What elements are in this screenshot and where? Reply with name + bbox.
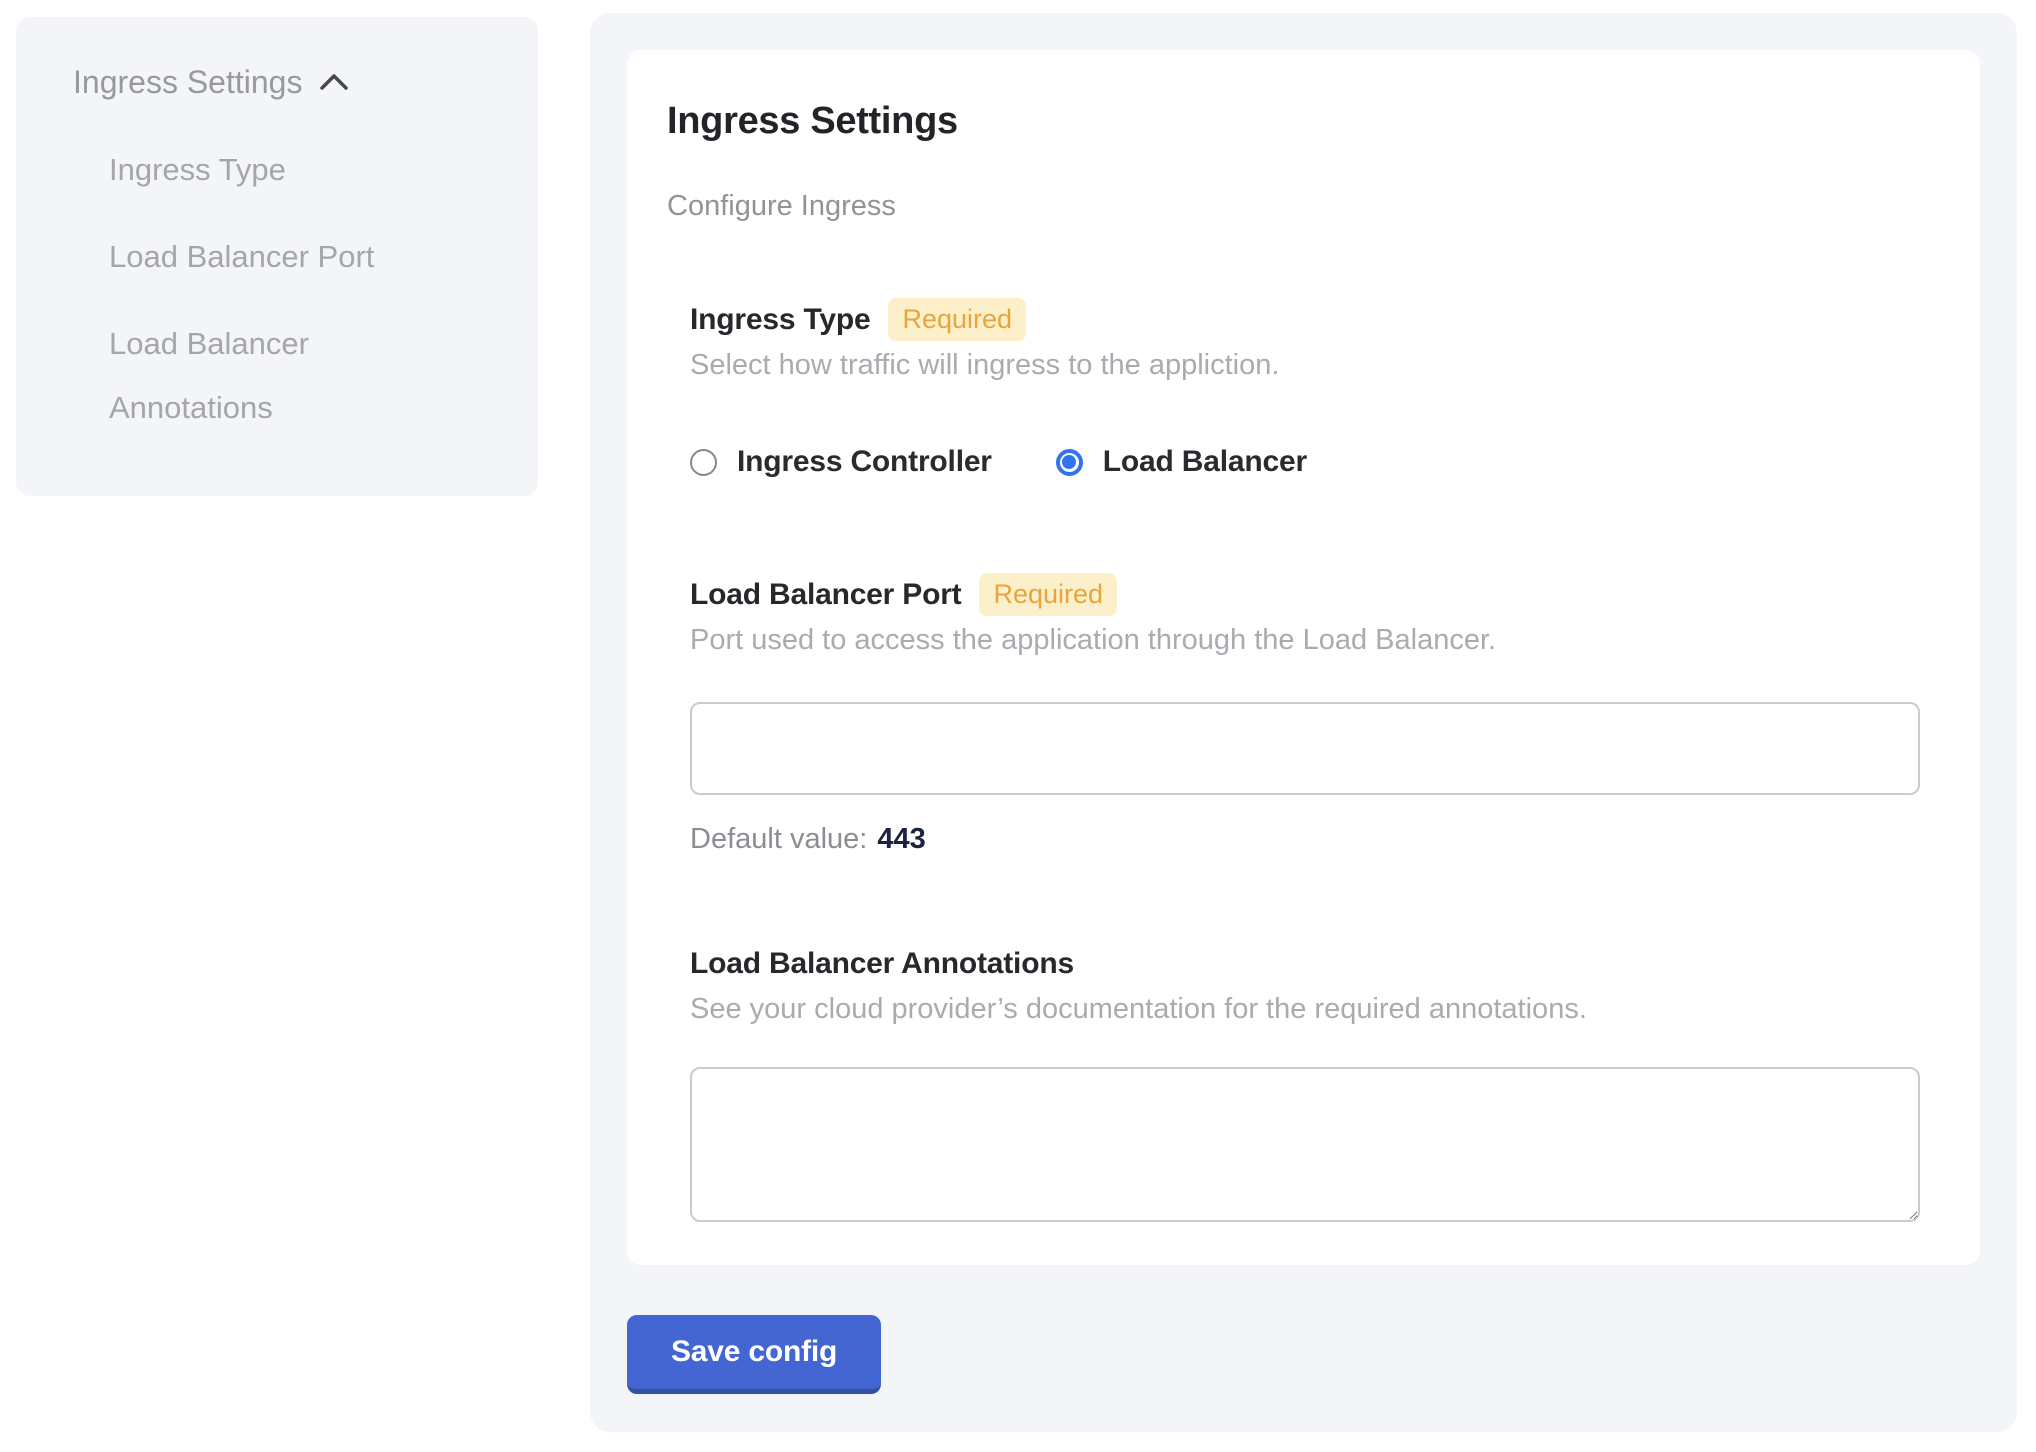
page-title: Ingress Settings [667, 98, 1920, 144]
load-balancer-annotations-textarea[interactable] [690, 1067, 1920, 1222]
load-balancer-port-input[interactable] [690, 702, 1920, 795]
ingress-settings-card: Ingress Settings Configure Ingress Ingre… [627, 50, 1980, 1265]
form-sections: Ingress Type Required Select how traffic… [690, 298, 1920, 1222]
sidebar-item-load-balancer-annotations[interactable]: Load Balancer Annotations [109, 312, 439, 440]
ingress-type-description: Select how traffic will ingress to the a… [690, 347, 1920, 383]
default-value: 443 [877, 823, 925, 855]
load-balancer-port-section: Load Balancer Port Required Port used to… [690, 573, 1920, 857]
save-config-button[interactable]: Save config [627, 1315, 881, 1394]
radio-circle-icon [690, 449, 717, 476]
ingress-type-section: Ingress Type Required Select how traffic… [690, 298, 1920, 479]
load-balancer-port-label: Load Balancer Port [690, 574, 961, 616]
default-value-label: Default value: [690, 823, 867, 855]
required-badge: Required [979, 573, 1117, 616]
page-subtitle: Configure Ingress [667, 188, 1920, 224]
load-balancer-annotations-label: Load Balancer Annotations [690, 943, 1074, 985]
radio-ingress-controller[interactable]: Ingress Controller [690, 445, 992, 479]
ingress-type-label: Ingress Type [690, 299, 870, 341]
settings-panel: Ingress Settings Configure Ingress Ingre… [590, 13, 2017, 1432]
load-balancer-annotations-section: Load Balancer Annotations See your cloud… [690, 943, 1920, 1222]
load-balancer-annotations-description: See your cloud provider’s documentation … [690, 991, 1920, 1027]
radio-load-balancer[interactable]: Load Balancer [1056, 445, 1307, 479]
sidebar-section-title: Ingress Settings [73, 62, 302, 102]
required-badge: Required [888, 298, 1026, 341]
chevron-up-icon [318, 71, 350, 93]
radio-circle-icon [1056, 449, 1083, 476]
sidebar-section-toggle[interactable]: Ingress Settings [73, 62, 538, 102]
settings-nav-sidebar: Ingress Settings Ingress Type Load Balan… [16, 17, 538, 496]
sidebar-item-list: Ingress Type Load Balancer Port Load Bal… [109, 138, 439, 440]
radio-label: Load Balancer [1103, 445, 1307, 479]
sidebar-item-load-balancer-port[interactable]: Load Balancer Port [109, 225, 439, 289]
sidebar-item-ingress-type[interactable]: Ingress Type [109, 138, 439, 202]
load-balancer-port-description: Port used to access the application thro… [690, 622, 1920, 658]
radio-label: Ingress Controller [737, 445, 992, 479]
ingress-type-options: Ingress Controller Load Balancer [690, 445, 1920, 479]
default-value-row: Default value: 443 [690, 821, 1920, 857]
